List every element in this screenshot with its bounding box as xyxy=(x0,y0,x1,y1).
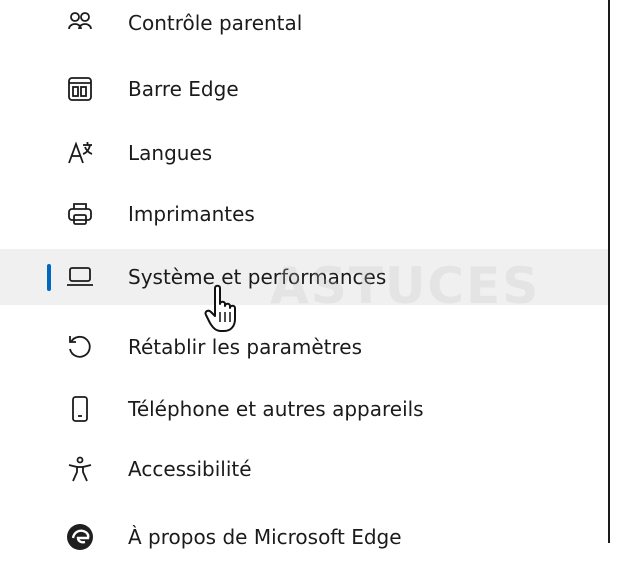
sidebar-item-phone-devices[interactable]: Téléphone et autres appareils xyxy=(0,381,608,437)
hand-pointer-cursor-icon xyxy=(204,284,236,332)
languages-icon xyxy=(64,137,96,169)
sidebar-item-label: Imprimantes xyxy=(128,202,255,226)
sidebar-item-edge-bar[interactable]: Barre Edge xyxy=(0,61,608,117)
sidebar-item-system-performance[interactable]: Système et performances xyxy=(0,249,608,305)
sidebar-item-label: Langues xyxy=(128,141,213,165)
sidebar-item-label: Téléphone et autres appareils xyxy=(128,397,424,421)
sidebar-item-about-edge[interactable]: À propos de Microsoft Edge xyxy=(0,509,608,565)
edge-logo-icon xyxy=(64,521,96,553)
sidebar-item-label: À propos de Microsoft Edge xyxy=(128,525,402,549)
sidebar-item-label: Contrôle parental xyxy=(128,11,303,35)
sidebar-item-label: Accessibilité xyxy=(128,457,252,481)
laptop-icon xyxy=(64,261,96,293)
sidebar-item-reset-settings[interactable]: Rétablir les paramètres xyxy=(0,319,608,375)
settings-sidebar: Contrôle parental Barre Edge Langues Imp… xyxy=(0,0,608,550)
printer-icon xyxy=(64,198,96,230)
phone-icon xyxy=(64,393,96,425)
panel-divider xyxy=(608,0,610,543)
reset-icon xyxy=(64,331,96,363)
sidebar-item-label: Rétablir les paramètres xyxy=(128,335,362,359)
sidebar-item-accessibility[interactable]: Accessibilité xyxy=(0,441,608,497)
sidebar-item-label: Système et performances xyxy=(128,265,387,289)
sidebar-item-label: Barre Edge xyxy=(128,77,239,101)
selection-indicator xyxy=(47,264,51,291)
accessibility-icon xyxy=(64,453,96,485)
sidebar-item-languages[interactable]: Langues xyxy=(0,125,608,181)
parental-control-icon xyxy=(64,7,96,39)
sidebar-item-printers[interactable]: Imprimantes xyxy=(0,186,608,242)
edge-bar-icon xyxy=(64,73,96,105)
sidebar-item-parental-control[interactable]: Contrôle parental xyxy=(0,0,608,51)
